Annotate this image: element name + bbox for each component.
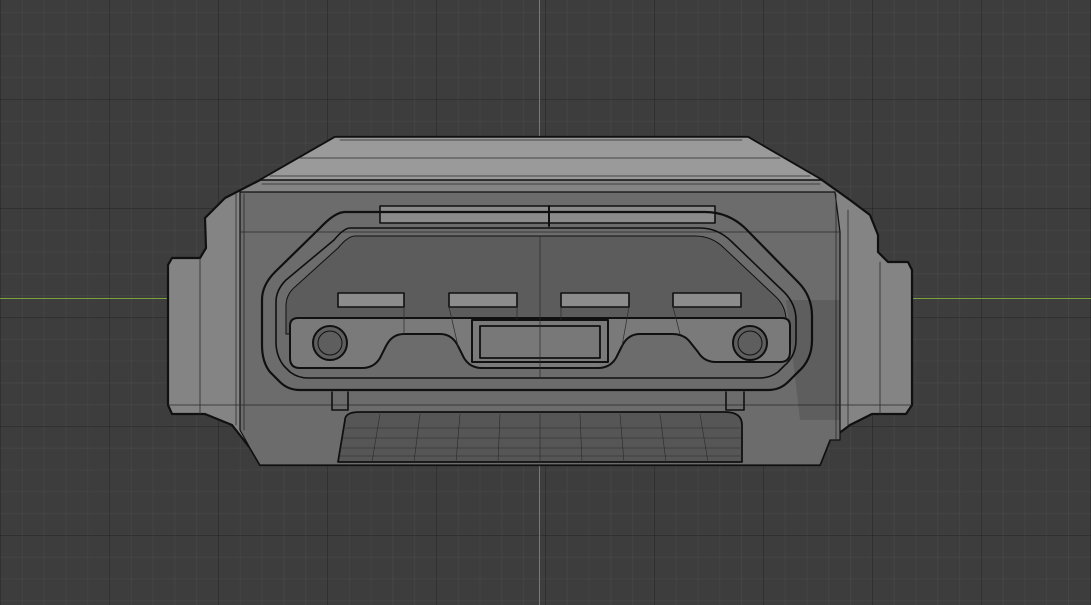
- pin-4: [672, 292, 742, 308]
- pin-2: [448, 292, 518, 308]
- top-slot: [379, 205, 716, 224]
- pin-1: [337, 292, 405, 308]
- pin-3: [560, 292, 630, 308]
- hdmi-connector-model[interactable]: [0, 0, 1091, 605]
- 3d-viewport[interactable]: [0, 0, 1091, 605]
- top-bevel: [259, 136, 823, 181]
